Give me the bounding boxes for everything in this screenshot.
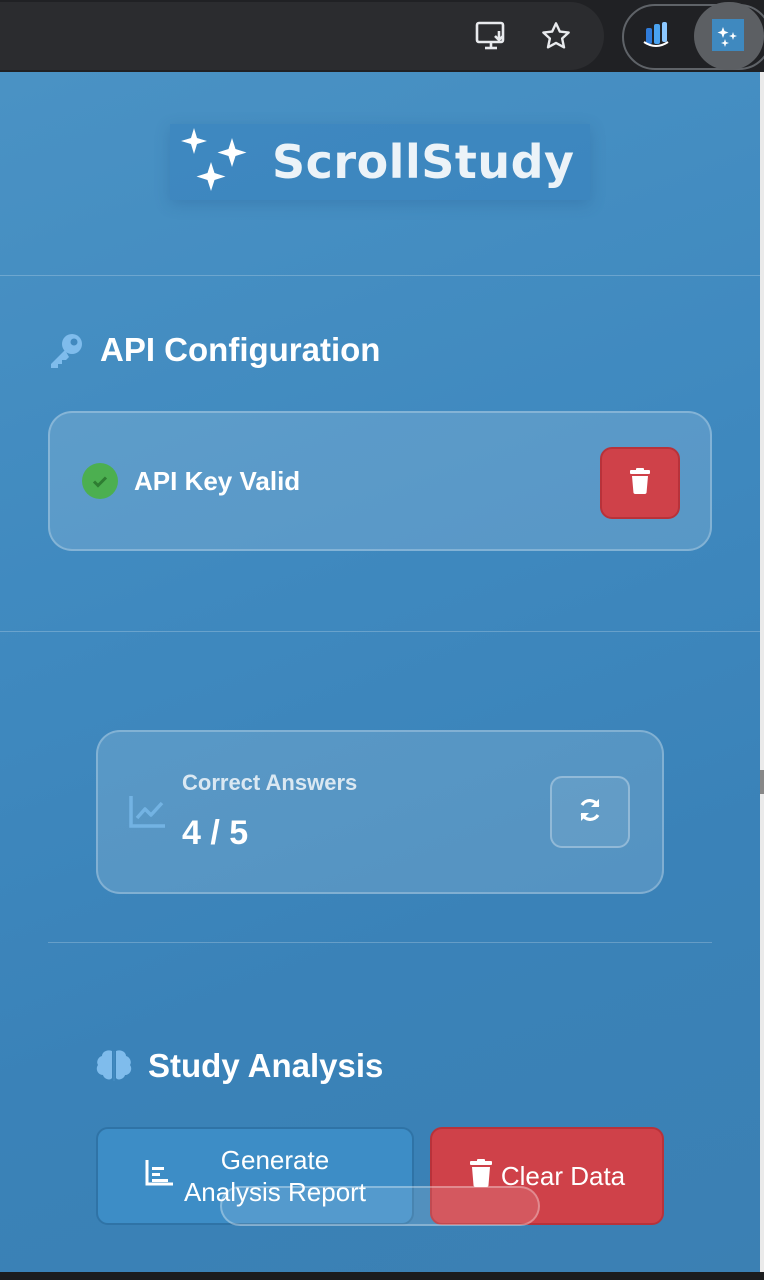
refresh-icon — [576, 796, 604, 829]
divider — [0, 275, 760, 276]
analysis-section-heading: Study Analysis — [148, 1047, 384, 1084]
check-circle-icon — [82, 463, 118, 499]
stat-label: Correct Answers — [182, 770, 358, 795]
key-icon — [46, 330, 86, 370]
brand-header: ScrollStudy — [170, 124, 590, 200]
analysis-section-title: Study Analysis — [94, 1046, 383, 1086]
install-app-icon[interactable] — [470, 14, 514, 58]
chart-line-icon — [128, 794, 168, 835]
generate-label-line1: Generate — [220, 1145, 330, 1175]
api-status: API Key Valid — [82, 463, 300, 499]
underlying-page — [0, 1272, 764, 1280]
stat-value: 4 / 5 — [182, 814, 249, 852]
api-status-text: API Key Valid — [134, 465, 301, 496]
api-section-title: API Configuration — [46, 330, 380, 370]
page-scrollbar[interactable] — [760, 72, 764, 1272]
bar-chart-icon — [144, 1159, 174, 1194]
divider — [48, 942, 712, 943]
extension-popup: ScrollStudy API Configuration API Key Va… — [0, 72, 760, 1272]
refresh-stats-button[interactable] — [550, 776, 630, 848]
api-status-card: API Key Valid — [48, 411, 712, 551]
extension-icon[interactable] — [636, 15, 676, 55]
api-section-heading: API Configuration — [100, 331, 381, 368]
browser-toolbar — [0, 0, 764, 72]
trash-icon — [628, 467, 652, 499]
bookmark-star-icon[interactable] — [534, 14, 578, 58]
correct-answers-card: Correct Answers 4 / 5 — [96, 730, 664, 894]
brain-icon — [94, 1046, 134, 1086]
sparkles-icon — [178, 124, 250, 201]
brand-name: ScrollStudy — [272, 135, 575, 189]
scrollstudy-extension-icon[interactable] — [708, 15, 748, 55]
divider — [0, 631, 760, 632]
delete-api-key-button[interactable] — [600, 447, 680, 519]
partially-visible-card — [220, 1186, 540, 1226]
